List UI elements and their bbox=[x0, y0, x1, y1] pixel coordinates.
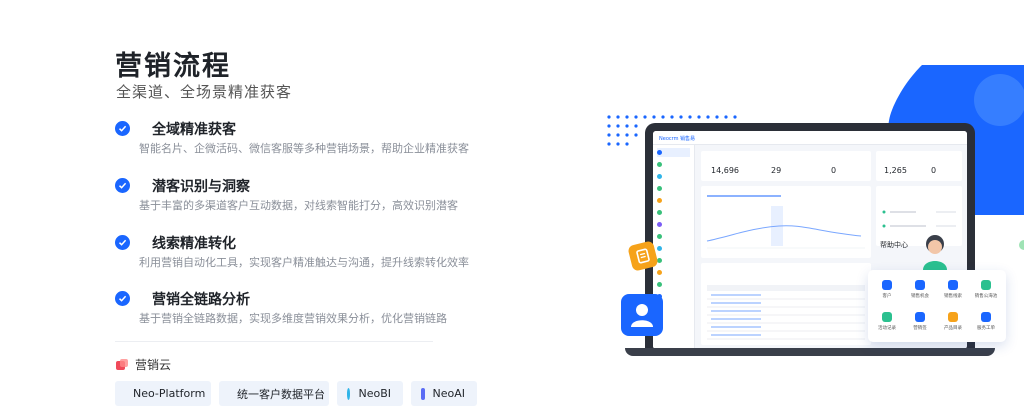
crm-nav-item bbox=[657, 256, 690, 265]
crm-stat: 0 bbox=[831, 166, 837, 175]
crm-stat: 0 bbox=[931, 166, 937, 175]
lead-icon bbox=[948, 280, 958, 290]
crm-stat: 29 bbox=[771, 166, 782, 175]
check-icon bbox=[115, 121, 130, 136]
help-item[interactable]: 活动记录 bbox=[872, 312, 902, 331]
product-chip-neobi[interactable]: NeoBI bbox=[337, 381, 403, 406]
laptop-base bbox=[625, 348, 995, 356]
product-label: 统一客户数据平台 bbox=[237, 387, 325, 401]
neobi-icon bbox=[347, 387, 351, 400]
feature-desc: 基于营销全链路数据，实现多维度营销效果分析，优化营销链路 bbox=[139, 312, 447, 325]
help-item[interactable]: 销售机会 bbox=[905, 280, 935, 299]
crm-line-chart bbox=[706, 195, 865, 249]
product-chip-neo-platform[interactable]: Neo-Platform bbox=[115, 381, 211, 406]
feature-title: 营销全链路分析 bbox=[152, 292, 250, 308]
feature-title: 潜客识别与洞察 bbox=[152, 179, 250, 195]
help-item[interactable]: 产品目录 bbox=[938, 312, 968, 331]
crm-nav-item bbox=[657, 160, 690, 169]
crm-nav-item bbox=[657, 196, 690, 205]
crm-side-card: 1,265 0 bbox=[876, 151, 962, 181]
neoai-icon bbox=[421, 387, 425, 400]
product-label: Neo-Platform bbox=[133, 387, 206, 400]
service-ticket-icon bbox=[981, 312, 991, 322]
crm-nav-item bbox=[657, 172, 690, 181]
crm-chart-card bbox=[701, 186, 871, 258]
crm-table-card bbox=[701, 263, 871, 345]
crm-topbar: Neocrm 销售易 bbox=[653, 131, 967, 145]
crm-nav-item bbox=[657, 268, 690, 277]
page-title: 营销流程 bbox=[115, 51, 231, 82]
cloud-label-text: 营销云 bbox=[135, 358, 172, 372]
marketing-icon bbox=[915, 312, 925, 322]
check-icon bbox=[115, 178, 130, 193]
customer-icon bbox=[882, 280, 892, 290]
crm-brand: Neocrm 销售易 bbox=[659, 136, 696, 142]
help-item[interactable]: 销售公海池 bbox=[971, 280, 1001, 299]
help-item[interactable]: 客户 bbox=[872, 280, 902, 299]
help-item[interactable]: 营销签 bbox=[905, 312, 935, 331]
crm-nav-item bbox=[657, 148, 690, 157]
crm-nav-item bbox=[657, 280, 690, 289]
crm-table bbox=[707, 285, 865, 340]
page-subtitle: 全渠道、全场景精准获客 bbox=[116, 83, 293, 101]
feature-desc: 智能名片、企微活码、微信客服等多种营销场景，帮助企业精准获客 bbox=[139, 142, 469, 155]
feature-desc: 基于丰富的多渠道客户互动数据，对线索智能打分，高效识别潜客 bbox=[139, 199, 458, 212]
crm-nav-item bbox=[657, 220, 690, 229]
crm-nav-item bbox=[657, 208, 690, 217]
crm-stat: 14,696 bbox=[711, 166, 739, 175]
help-center-title: 帮助中心 bbox=[880, 241, 908, 249]
help-center-panel: 客户 销售机会 销售线索 销售公海池 活动记录 营销签 产品目录 服务工单 bbox=[868, 270, 1006, 342]
support-agent-icon bbox=[923, 235, 947, 270]
contact-badge-icon bbox=[621, 294, 663, 336]
help-item[interactable]: 销售线索 bbox=[938, 280, 968, 299]
divider bbox=[115, 341, 433, 342]
product-catalog-icon bbox=[948, 312, 958, 322]
check-icon bbox=[115, 235, 130, 250]
feature-title: 线索精准转化 bbox=[152, 236, 236, 252]
green-dot-decoration bbox=[1019, 240, 1024, 250]
cloud-label: 营销云 bbox=[115, 356, 171, 373]
cloud-logo-icon bbox=[116, 359, 128, 370]
feature-title: 全域精准获客 bbox=[152, 122, 236, 138]
product-chip-cdp[interactable]: 统一客户数据平台 bbox=[219, 381, 329, 406]
product-label: NeoBI bbox=[358, 387, 391, 400]
crm-stat: 1,265 bbox=[884, 166, 907, 175]
product-label: NeoAI bbox=[432, 387, 466, 400]
product-chip-neoai[interactable]: NeoAI bbox=[411, 381, 477, 406]
crm-stats-card: 14,696 29 0 bbox=[701, 151, 871, 181]
lead-pool-icon bbox=[981, 280, 991, 290]
product-list: Neo-Platform 统一客户数据平台 NeoBI NeoAI bbox=[115, 381, 477, 406]
feature-desc: 利用营销自动化工具，实现客户精准触达与沟通，提升线索转化效率 bbox=[139, 256, 469, 269]
help-item[interactable]: 服务工单 bbox=[971, 312, 1001, 331]
opportunity-icon bbox=[915, 280, 925, 290]
activity-icon bbox=[882, 312, 892, 322]
crm-nav-item bbox=[657, 232, 690, 241]
crm-nav-item bbox=[657, 244, 690, 253]
crm-nav-item bbox=[657, 184, 690, 193]
check-icon bbox=[115, 291, 130, 306]
